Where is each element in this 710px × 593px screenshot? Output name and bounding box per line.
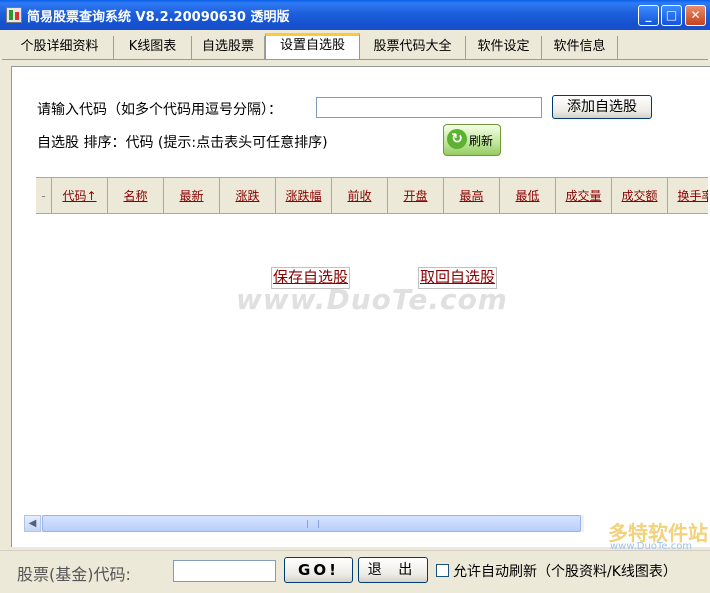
column-header-amount[interactable]: 成交额 (612, 178, 668, 213)
tab-kline-chart[interactable]: K线图表 (114, 36, 192, 59)
window-title: 简易股票查询系统 V8.2.20090630 透明版 (27, 10, 290, 25)
column-header-change[interactable]: 涨跌 (220, 178, 276, 213)
bottom-code-input[interactable] (173, 560, 276, 582)
minimize-button[interactable]: _ (638, 5, 659, 26)
grid-corner: - (36, 178, 52, 213)
scroll-grip-icon (307, 520, 319, 528)
tab-settings[interactable]: 软件设定 (466, 36, 542, 59)
bottom-code-label: 股票(基金)代码: (17, 565, 131, 584)
tab-strip: 个股详细资料 K线图表 自选股票 设置自选股 股票代码大全 软件设定 软件信息 (0, 30, 710, 60)
tab-watchlist[interactable]: 自选股票 (192, 36, 265, 59)
column-header-low[interactable]: 最低 (500, 178, 556, 213)
refresh-icon: ↻ (447, 129, 467, 149)
tab-stock-codes[interactable]: 股票代码大全 (360, 36, 466, 59)
tab-panel-border (2, 59, 708, 60)
sort-status-text: 自选股 排序：代码 (提示:点击表头可任意排序) (37, 135, 328, 151)
tab-set-watchlist[interactable]: 设置自选股 (265, 33, 360, 60)
horizontal-scrollbar[interactable]: ◀ (24, 515, 584, 532)
column-header-high[interactable]: 最高 (444, 178, 500, 213)
title-bar: 简易股票查询系统 V8.2.20090630 透明版 _ □ ✕ (0, 0, 710, 30)
code-input[interactable] (316, 97, 542, 118)
app-icon (6, 7, 22, 23)
code-input-label: 请输入代码（如多个代码用逗号分隔）： (37, 102, 282, 118)
grid-header: - 代码↑ 名称 最新 涨跌 涨跌幅 前收 开盘 最高 最低 成交量 成交额 换… (36, 177, 708, 214)
watermark-text: www.DuoTe.com (236, 283, 508, 316)
column-header-volume[interactable]: 成交量 (556, 178, 612, 213)
column-header-prev-close[interactable]: 前收 (332, 178, 388, 213)
column-header-name[interactable]: 名称 (108, 178, 164, 213)
auto-refresh-checkbox[interactable] (436, 564, 449, 577)
scroll-left-arrow-icon[interactable]: ◀ (24, 515, 41, 532)
column-header-open[interactable]: 开盘 (388, 178, 444, 213)
add-watchlist-button[interactable]: 添加自选股 (552, 95, 652, 119)
auto-refresh-label: 允许自动刷新（个股资料/K线图表） (453, 564, 677, 580)
maximize-button[interactable]: □ (661, 5, 682, 26)
tab-stock-details[interactable]: 个股详细资料 (6, 36, 114, 59)
column-header-code[interactable]: 代码↑ (52, 178, 108, 213)
exit-button[interactable]: 退 出 (358, 557, 428, 583)
column-header-latest[interactable]: 最新 (164, 178, 220, 213)
scroll-thumb[interactable] (42, 515, 581, 532)
go-button[interactable]: GO! (284, 557, 353, 583)
refresh-label: 刷新 (469, 134, 494, 148)
refresh-button[interactable]: ↻ 刷新 (443, 124, 501, 156)
tab-software-info[interactable]: 软件信息 (542, 36, 618, 59)
close-button[interactable]: ✕ (685, 5, 706, 26)
column-header-change-pct[interactable]: 涨跌幅 (276, 178, 332, 213)
site-logo-watermark: 多特软件站 www.DuoTe.com (588, 517, 708, 553)
column-header-turnover[interactable]: 换手率 (668, 178, 708, 213)
